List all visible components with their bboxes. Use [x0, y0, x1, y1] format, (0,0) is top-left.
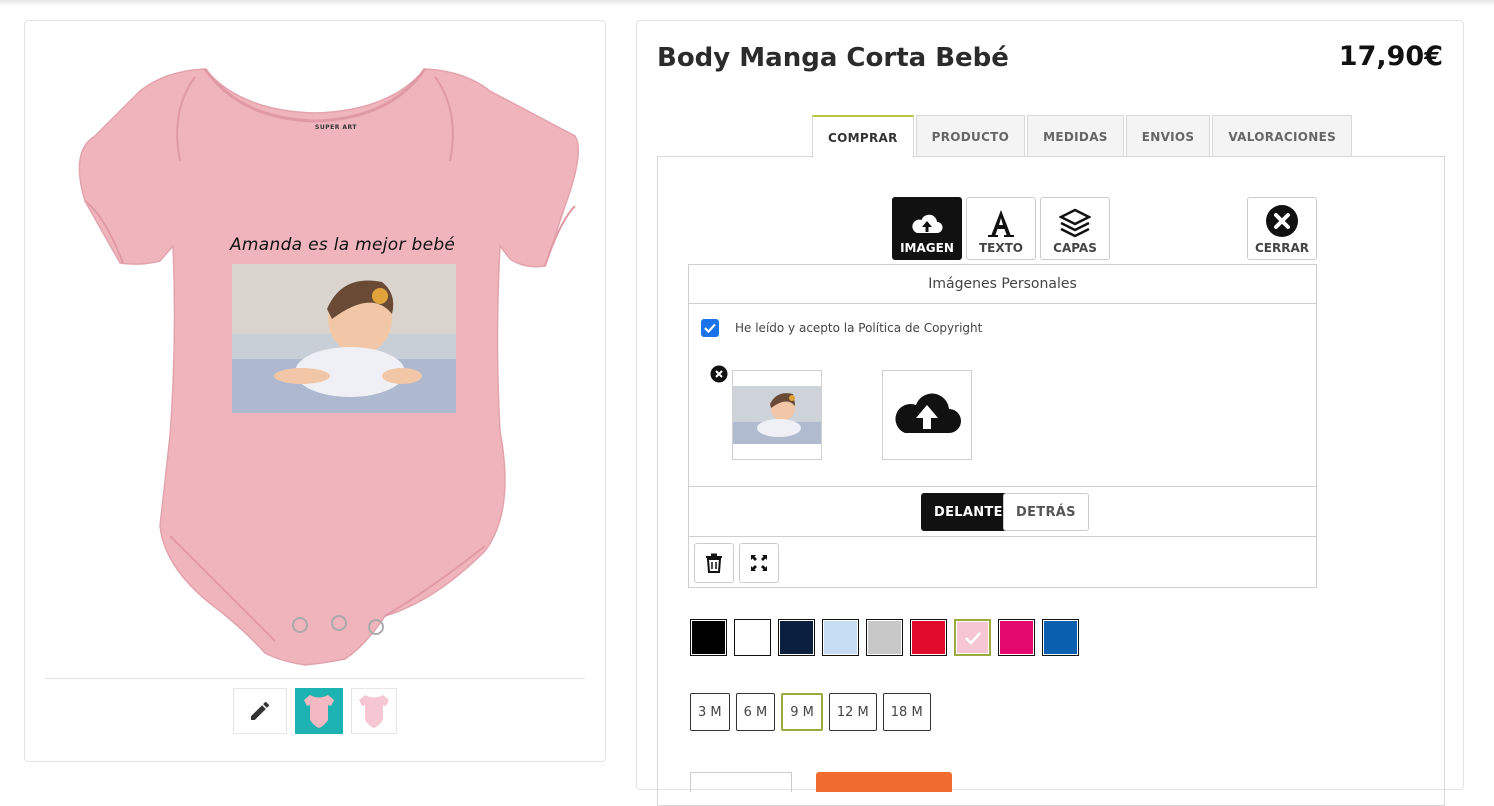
swatch-fill	[1044, 621, 1077, 654]
image-tool-button[interactable]: IMAGEN	[892, 197, 962, 260]
color-swatch-red[interactable]	[910, 619, 947, 656]
bodysuit-thumb-icon	[304, 695, 334, 728]
baby-photo-thumb	[733, 386, 821, 444]
swatch-fill	[868, 621, 901, 654]
color-swatch-navy[interactable]	[778, 619, 815, 656]
checkmark-icon	[964, 631, 981, 645]
customization-card: Body Manga Corta Bebé 17,90€ COMPRAR PRO…	[636, 20, 1464, 806]
close-editor-button[interactable]: CERRAR	[1247, 197, 1317, 260]
close-editor-label: CERRAR	[1254, 241, 1309, 255]
color-swatch-grey[interactable]	[866, 619, 903, 656]
editor-header: Imágenes Personales	[689, 265, 1316, 304]
product-preview-card: SUPER ART Amanda es la mejor bebé	[24, 20, 606, 762]
copyright-checkbox[interactable]	[701, 319, 719, 337]
swatch-fill	[957, 622, 988, 653]
uploaded-image-thumb[interactable]	[732, 370, 822, 460]
color-swatch-black[interactable]	[690, 619, 727, 656]
expand-layer-button[interactable]	[739, 543, 779, 583]
copyright-row: He leído y acepto la Política de Copyrig…	[701, 319, 982, 337]
text-tool-button[interactable]: TEXTO	[966, 197, 1036, 260]
tab-envios[interactable]: ENVIOS	[1125, 115, 1211, 157]
add-to-cart-button[interactable]	[816, 772, 952, 792]
color-swatch-royal-blue[interactable]	[1042, 619, 1079, 656]
text-a-icon	[988, 210, 1014, 237]
baby-photo-image	[232, 264, 456, 413]
product-price: 17,90€	[1338, 41, 1443, 72]
delete-layer-button[interactable]	[694, 543, 734, 583]
product-stage: SUPER ART Amanda es la mejor bebé	[45, 41, 585, 681]
image-editor-panel: Imágenes Personales He leído y acepto la…	[688, 264, 1317, 588]
product-title: Body Manga Corta Bebé	[657, 43, 1009, 73]
expand-arrows-icon	[751, 555, 767, 571]
layers-tool-button[interactable]: CAPAS	[1040, 197, 1110, 260]
front-side-button[interactable]: DELANTE	[921, 493, 1016, 531]
size-option-9m[interactable]: 9 M	[781, 693, 823, 731]
tab-valoraciones[interactable]: VALORACIONES	[1212, 115, 1353, 157]
purchase-row	[690, 772, 952, 792]
swatch-fill	[736, 621, 769, 654]
upload-image-button[interactable]	[882, 370, 972, 460]
size-selector: 3 M 6 M 9 M 12 M 18 M	[690, 693, 931, 731]
swatch-fill	[692, 621, 725, 654]
side-selector-row: DELANTE DETRÁS	[689, 486, 1316, 537]
tab-medidas[interactable]: MEDIDAS	[1027, 115, 1124, 157]
tab-bar: COMPRAR PRODUCTO MEDIDAS ENVIOS VALORACI…	[812, 115, 1354, 158]
stage-divider	[45, 678, 585, 679]
size-option-3m[interactable]: 3 M	[690, 693, 730, 731]
copyright-label[interactable]: He leído y acepto la Política de Copyrig…	[735, 321, 982, 335]
swatch-fill	[1000, 621, 1033, 654]
color-swatch-fuchsia[interactable]	[998, 619, 1035, 656]
tab-comprar[interactable]: COMPRAR	[812, 115, 914, 158]
size-option-12m[interactable]: 12 M	[828, 693, 877, 731]
thumbnail-row	[233, 688, 397, 734]
color-swatches	[690, 619, 1079, 656]
back-side-button[interactable]: DETRÁS	[1003, 493, 1089, 531]
text-tool-label: TEXTO	[978, 241, 1024, 255]
color-swatch-pink[interactable]	[954, 619, 991, 656]
swatch-fill	[912, 621, 945, 654]
brand-label: SUPER ART	[315, 124, 357, 131]
print-photo[interactable]	[232, 264, 456, 413]
checkmark-icon	[704, 323, 716, 334]
color-swatch-white[interactable]	[734, 619, 771, 656]
image-tool-label: IMAGEN	[900, 241, 954, 255]
cloud-upload-icon	[912, 214, 943, 233]
close-circle-icon	[1266, 205, 1298, 237]
size-option-18m[interactable]: 18 M	[882, 693, 931, 731]
edit-thumb[interactable]	[233, 688, 287, 734]
layers-tool-label: CAPAS	[1053, 241, 1097, 255]
remove-image-button[interactable]	[710, 365, 728, 383]
teal-body-thumb[interactable]	[295, 688, 343, 734]
layers-icon	[1059, 208, 1091, 238]
swatch-fill	[824, 621, 857, 654]
bodysuit-thumb-icon	[359, 695, 389, 728]
pencil-icon	[251, 701, 270, 720]
tab-producto[interactable]: PRODUCTO	[915, 115, 1026, 157]
pink-body-thumb[interactable]	[351, 688, 397, 734]
remove-x-icon	[710, 365, 728, 383]
top-shadow	[0, 0, 1494, 6]
print-text[interactable]: Amanda es la mejor bebé	[230, 235, 455, 255]
color-swatch-light-blue[interactable]	[822, 619, 859, 656]
swatch-fill	[780, 621, 813, 654]
quantity-stepper[interactable]	[690, 772, 792, 792]
trash-icon	[706, 553, 722, 573]
size-option-6m[interactable]: 6 M	[735, 693, 776, 731]
cloud-upload-icon	[895, 393, 961, 433]
